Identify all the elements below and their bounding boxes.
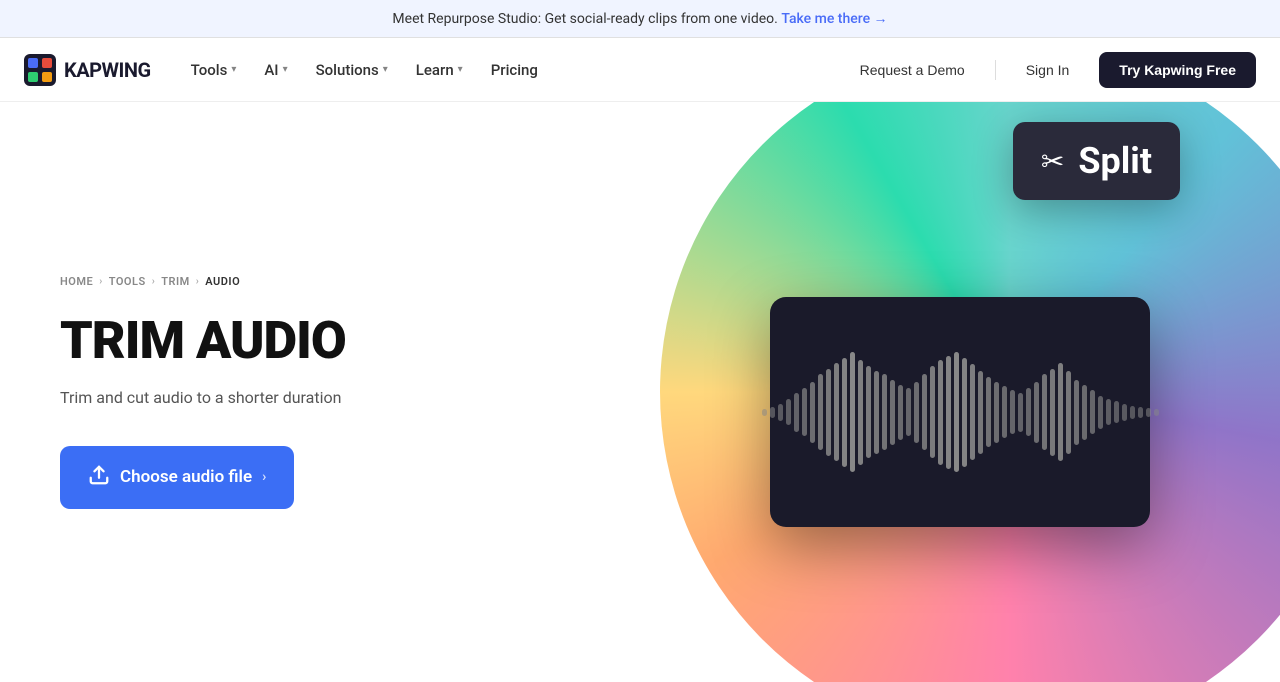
banner-text: Meet Repurpose Studio: Get social-ready … — [392, 11, 777, 27]
breadcrumb-sep-2: › — [152, 276, 156, 287]
hero-visual: ✂ Split — [580, 102, 1280, 682]
waveform-bar — [1050, 369, 1055, 456]
waveform-card — [770, 297, 1150, 527]
hero-subtitle: Trim and cut audio to a shorter duration — [60, 386, 346, 410]
waveform-bar — [842, 358, 847, 467]
waveform-bar — [906, 388, 911, 436]
waveform-bar — [938, 360, 943, 465]
split-badge: ✂ Split — [1013, 122, 1180, 200]
logo-text: KAPWING — [64, 58, 151, 82]
nav-item-learn[interactable]: Learn ▾ — [404, 53, 475, 87]
waveform-bar — [1130, 406, 1135, 419]
waveform-bar — [874, 371, 879, 454]
sign-in-button[interactable]: Sign In — [1008, 54, 1088, 86]
waveform-bar — [1090, 390, 1095, 434]
breadcrumb-tools[interactable]: TOOLS — [109, 275, 146, 288]
choose-audio-label: Choose audio file — [120, 467, 252, 487]
waveform-bar — [1074, 380, 1079, 445]
waveform-bar — [882, 374, 887, 450]
chevron-down-icon: ▾ — [383, 64, 388, 75]
waveform-bar — [1026, 388, 1031, 436]
waveform-bar — [1122, 404, 1127, 421]
waveform-bar — [786, 399, 791, 425]
waveform-bar — [850, 352, 855, 472]
breadcrumb: HOME › TOOLS › TRIM › AUDIO — [60, 275, 346, 288]
chevron-down-icon: ▾ — [283, 64, 288, 75]
breadcrumb-home[interactable]: HOME — [60, 275, 93, 288]
request-demo-button[interactable]: Request a Demo — [842, 54, 983, 86]
waveform-bar — [810, 382, 815, 443]
waveform-bar — [762, 409, 767, 416]
nav-item-pricing[interactable]: Pricing — [479, 53, 550, 87]
waveform-bar — [962, 358, 967, 467]
nav-right: Request a Demo Sign In Try Kapwing Free — [842, 52, 1256, 88]
waveform-bar — [1106, 399, 1111, 425]
waveform-bar — [1146, 408, 1151, 417]
arrow-icon: › — [262, 469, 266, 485]
waveform-bar — [1058, 363, 1063, 461]
nav-item-ai[interactable]: AI ▾ — [252, 53, 299, 87]
waveform-bar — [1010, 390, 1015, 434]
waveform-bar — [826, 369, 831, 456]
waveform-bar — [994, 382, 999, 443]
waveform-bar — [978, 371, 983, 454]
hero-content: HOME › TOOLS › TRIM › AUDIO TRIM AUDIO T… — [0, 215, 406, 568]
chevron-down-icon: ▾ — [458, 64, 463, 75]
waveform-bar — [794, 393, 799, 432]
waveform-bar — [986, 377, 991, 447]
waveform-bar — [898, 385, 903, 440]
waveform-bar — [770, 407, 775, 418]
waveform-bar — [1138, 407, 1143, 418]
page-title: TRIM AUDIO — [60, 312, 346, 369]
nav-divider — [995, 60, 996, 80]
waveform-bar — [1154, 409, 1159, 416]
waveform-bar — [930, 366, 935, 458]
waveform-bar — [922, 374, 927, 450]
waveform-bar — [1066, 371, 1071, 454]
breadcrumb-trim[interactable]: TRIM — [161, 275, 190, 288]
waveform-bar — [1098, 396, 1103, 429]
top-banner: Meet Repurpose Studio: Get social-ready … — [0, 0, 1280, 38]
scissors-icon: ✂ — [1041, 145, 1064, 178]
kapwing-logo-icon — [24, 54, 56, 86]
waveform-bar — [970, 364, 975, 460]
nav-links: Tools ▾ AI ▾ Solutions ▾ Learn ▾ Pricing — [179, 53, 842, 87]
navbar: KAPWING Tools ▾ AI ▾ Solutions ▾ Learn ▾… — [0, 38, 1280, 102]
upload-icon — [88, 464, 110, 491]
waveform-bar — [802, 388, 807, 436]
waveform-bar — [1034, 382, 1039, 443]
split-label: Split — [1078, 140, 1152, 182]
nav-item-solutions[interactable]: Solutions ▾ — [304, 53, 400, 87]
waveform-bars — [742, 332, 1179, 492]
choose-audio-button[interactable]: Choose audio file › — [60, 446, 294, 509]
waveform-bar — [1114, 401, 1119, 423]
breadcrumb-sep-3: › — [196, 276, 200, 287]
hero-section: HOME › TOOLS › TRIM › AUDIO TRIM AUDIO T… — [0, 102, 1280, 682]
banner-link[interactable]: Take me there → — [781, 11, 887, 27]
breadcrumb-sep-1: › — [99, 276, 103, 287]
waveform-bar — [834, 363, 839, 461]
waveform-bar — [946, 356, 951, 469]
waveform-bar — [1082, 385, 1087, 440]
try-free-button[interactable]: Try Kapwing Free — [1099, 52, 1256, 88]
waveform-bar — [866, 366, 871, 458]
waveform-bar — [954, 352, 959, 472]
logo-link[interactable]: KAPWING — [24, 54, 151, 86]
waveform-bar — [914, 382, 919, 443]
waveform-bar — [818, 374, 823, 450]
breadcrumb-current: AUDIO — [205, 275, 240, 288]
waveform-bar — [1042, 374, 1047, 450]
chevron-down-icon: ▾ — [231, 64, 236, 75]
waveform-bar — [858, 360, 863, 465]
waveform-bar — [890, 380, 895, 445]
nav-item-tools[interactable]: Tools ▾ — [179, 53, 249, 87]
waveform-bar — [1002, 386, 1007, 438]
waveform-bar — [1018, 393, 1023, 432]
waveform-bar — [778, 404, 783, 421]
